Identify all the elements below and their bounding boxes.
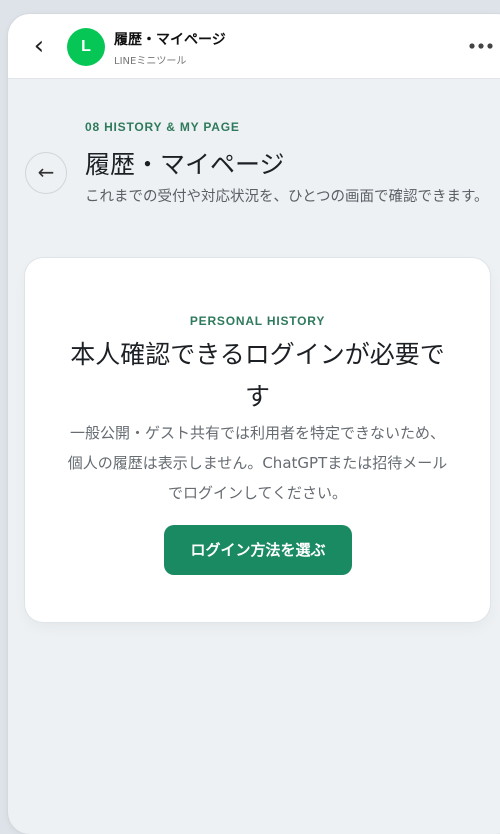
more-horizontal-icon[interactable] — [467, 36, 497, 56]
login-required-card: PERSONAL HISTORY 本人確認できるログインが必要です 一般公開・ゲ… — [25, 258, 490, 622]
choose-login-method-button[interactable]: ログイン方法を選ぶ — [164, 525, 352, 575]
page-title: 履歴・マイページ — [85, 150, 285, 179]
page-description: これまでの受付や対応状況を、ひとつの画面で確認できます。 — [85, 189, 489, 205]
card-kicker: PERSONAL HISTORY — [189, 314, 326, 328]
back-chevron-icon[interactable]: ‹ — [28, 32, 50, 60]
section-label: 08 HISTORY & MY PAGE — [85, 120, 240, 134]
avatar: L — [67, 28, 105, 66]
card-title: 本人確認できるログインが必要です — [70, 340, 445, 411]
top-bar: ‹ L 履歴・マイページ LINEミニツール — [8, 14, 500, 79]
back-arrow-button[interactable]: ← — [25, 152, 67, 194]
app-title: 履歴・マイページ — [114, 32, 226, 48]
app-subtitle: LINEミニツール — [114, 56, 187, 67]
card-body: 一般公開・ゲスト共有では利用者を特定できないため、個人の履歴は表示しません。Ch… — [67, 424, 448, 502]
app-frame: ‹ L 履歴・マイページ LINEミニツール 08 HISTORY & MY P… — [8, 14, 500, 834]
